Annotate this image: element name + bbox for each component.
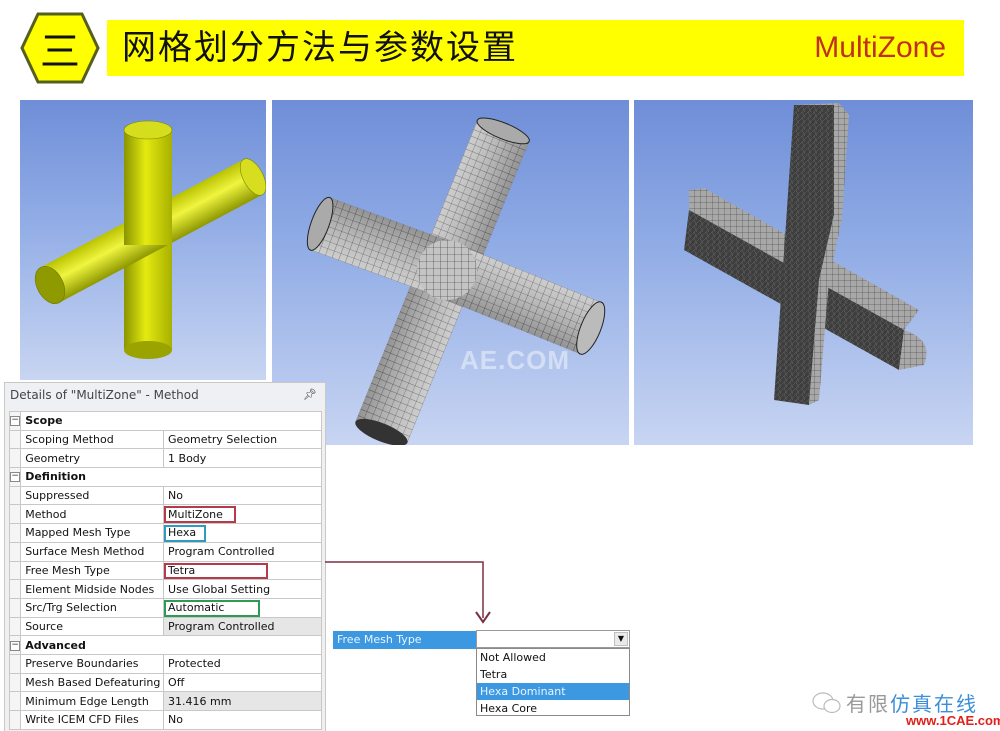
property-name: Free Mesh Type bbox=[20, 560, 165, 581]
property-row: Geometry 1 Body bbox=[8, 448, 322, 469]
highlight-box-red bbox=[164, 562, 269, 579]
wechat-icon bbox=[812, 692, 841, 714]
property-value-src-trg-selection[interactable]: Automatic bbox=[163, 597, 322, 618]
property-row: Mesh Based Defeaturing Off bbox=[8, 672, 322, 693]
section-mesh-illustration bbox=[684, 103, 927, 405]
watermark-url: www.1CAE.com bbox=[906, 713, 1000, 728]
details-panel: Details of "MultiZone" - Method 📌︎ − Sco… bbox=[4, 382, 326, 731]
title-banner: 网格划分方法与参数设置 MultiZone bbox=[107, 20, 964, 76]
pin-icon[interactable]: 📌︎ bbox=[303, 388, 317, 401]
property-name: Element Midside Nodes bbox=[20, 579, 165, 599]
property-name: Preserve Boundaries bbox=[20, 653, 165, 674]
details-panel-header: Details of "MultiZone" - Method 📌︎ bbox=[5, 383, 325, 409]
property-name: Method bbox=[20, 504, 165, 525]
category-label: Definition bbox=[20, 467, 322, 487]
collapse-toggle-advanced[interactable]: − bbox=[8, 635, 22, 655]
highlight-box-red bbox=[164, 506, 237, 523]
category-label: Scope bbox=[20, 411, 322, 431]
category-row-definition: − Definition bbox=[8, 467, 322, 487]
property-value-readonly: Program Controlled bbox=[163, 616, 322, 637]
property-name: Surface Mesh Method bbox=[20, 541, 165, 562]
property-value[interactable]: Use Global Setting bbox=[163, 579, 322, 599]
watermark-text: AE.COM bbox=[460, 345, 570, 375]
page-title: 网格划分方法与参数设置 bbox=[122, 28, 518, 68]
property-value-method[interactable]: MultiZone bbox=[163, 504, 322, 525]
category-label: Advanced bbox=[20, 635, 322, 655]
property-name: Suppressed bbox=[20, 485, 165, 506]
property-value[interactable]: No bbox=[163, 710, 322, 730]
property-name: Write ICEM CFD Files bbox=[20, 710, 165, 730]
highlight-box-green bbox=[164, 599, 261, 617]
minus-icon: − bbox=[10, 639, 20, 651]
property-row: Free Mesh Type Tetra bbox=[8, 560, 322, 581]
property-value[interactable]: 1 Body bbox=[163, 448, 322, 469]
property-name: Scoping Method bbox=[20, 429, 165, 450]
property-name: Mapped Mesh Type bbox=[20, 523, 165, 543]
method-tag: MultiZone bbox=[814, 31, 946, 64]
cross-geometry-illustration bbox=[34, 120, 266, 359]
free-mesh-type-label: Free Mesh Type bbox=[333, 631, 476, 649]
highlight-box-blue bbox=[164, 525, 207, 542]
property-value-free-mesh-type[interactable]: Tetra bbox=[163, 560, 322, 581]
site-watermark: 有限仿真在线 www.1CAE.com bbox=[806, 686, 1000, 730]
property-row: Surface Mesh Method Program Controlled bbox=[8, 541, 322, 562]
property-name: Source bbox=[20, 616, 165, 637]
property-row: Src/Trg Selection Automatic bbox=[8, 597, 322, 618]
property-row: Source Program Controlled bbox=[8, 616, 322, 637]
property-row: Preserve Boundaries Protected bbox=[8, 653, 322, 674]
property-row: Method MultiZone bbox=[8, 504, 322, 525]
property-name: Minimum Edge Length bbox=[20, 691, 165, 711]
property-value-mapped-mesh-type[interactable]: Hexa bbox=[163, 523, 322, 543]
property-row: Element Midside Nodes Use Global Setting bbox=[8, 579, 322, 599]
option-hexa-dominant[interactable]: Hexa Dominant bbox=[477, 683, 629, 700]
collapse-toggle-definition[interactable]: − bbox=[8, 467, 22, 487]
option-tetra[interactable]: Tetra bbox=[477, 666, 629, 683]
details-grid: − Scope Scoping Method Geometry Selectio… bbox=[8, 411, 322, 730]
property-name: Mesh Based Defeaturing bbox=[20, 672, 165, 693]
minus-icon: − bbox=[10, 471, 20, 483]
section-mesh-view bbox=[634, 100, 973, 445]
free-mesh-type-select[interactable]: ▼ bbox=[476, 630, 630, 648]
section-number: 三 bbox=[40, 29, 80, 75]
property-value[interactable]: Protected bbox=[163, 653, 322, 674]
details-panel-title: Details of "MultiZone" - Method bbox=[10, 388, 199, 402]
free-mesh-type-options: Not Allowed Tetra Hexa Dominant Hexa Cor… bbox=[476, 648, 630, 716]
category-row-advanced: − Advanced bbox=[8, 635, 322, 655]
property-name: Src/Trg Selection bbox=[20, 597, 165, 618]
property-value[interactable]: Geometry Selection bbox=[163, 429, 322, 450]
property-row: Scoping Method Geometry Selection bbox=[8, 429, 322, 450]
property-value[interactable]: Off bbox=[163, 672, 322, 693]
property-row: Suppressed No bbox=[8, 485, 322, 506]
chevron-down-icon[interactable]: ▼ bbox=[614, 632, 628, 646]
option-not-allowed[interactable]: Not Allowed bbox=[477, 649, 629, 666]
property-row: Write ICEM CFD Files No bbox=[8, 710, 322, 730]
option-hexa-core[interactable]: Hexa Core bbox=[477, 700, 629, 717]
category-row-scope: − Scope bbox=[8, 411, 322, 431]
property-row: Mapped Mesh Type Hexa bbox=[8, 523, 322, 543]
collapse-toggle-scope[interactable]: − bbox=[8, 411, 22, 431]
property-name: Geometry bbox=[20, 448, 165, 469]
property-value[interactable]: Program Controlled bbox=[163, 541, 322, 562]
property-value-readonly: 31.416 mm bbox=[163, 691, 322, 711]
property-row: Minimum Edge Length 31.416 mm bbox=[8, 691, 322, 711]
arrow-head-icon bbox=[475, 611, 491, 624]
minus-icon: − bbox=[10, 415, 20, 427]
geometry-view bbox=[20, 100, 266, 380]
arrow-line bbox=[325, 561, 484, 618]
property-value[interactable]: No bbox=[163, 485, 322, 506]
